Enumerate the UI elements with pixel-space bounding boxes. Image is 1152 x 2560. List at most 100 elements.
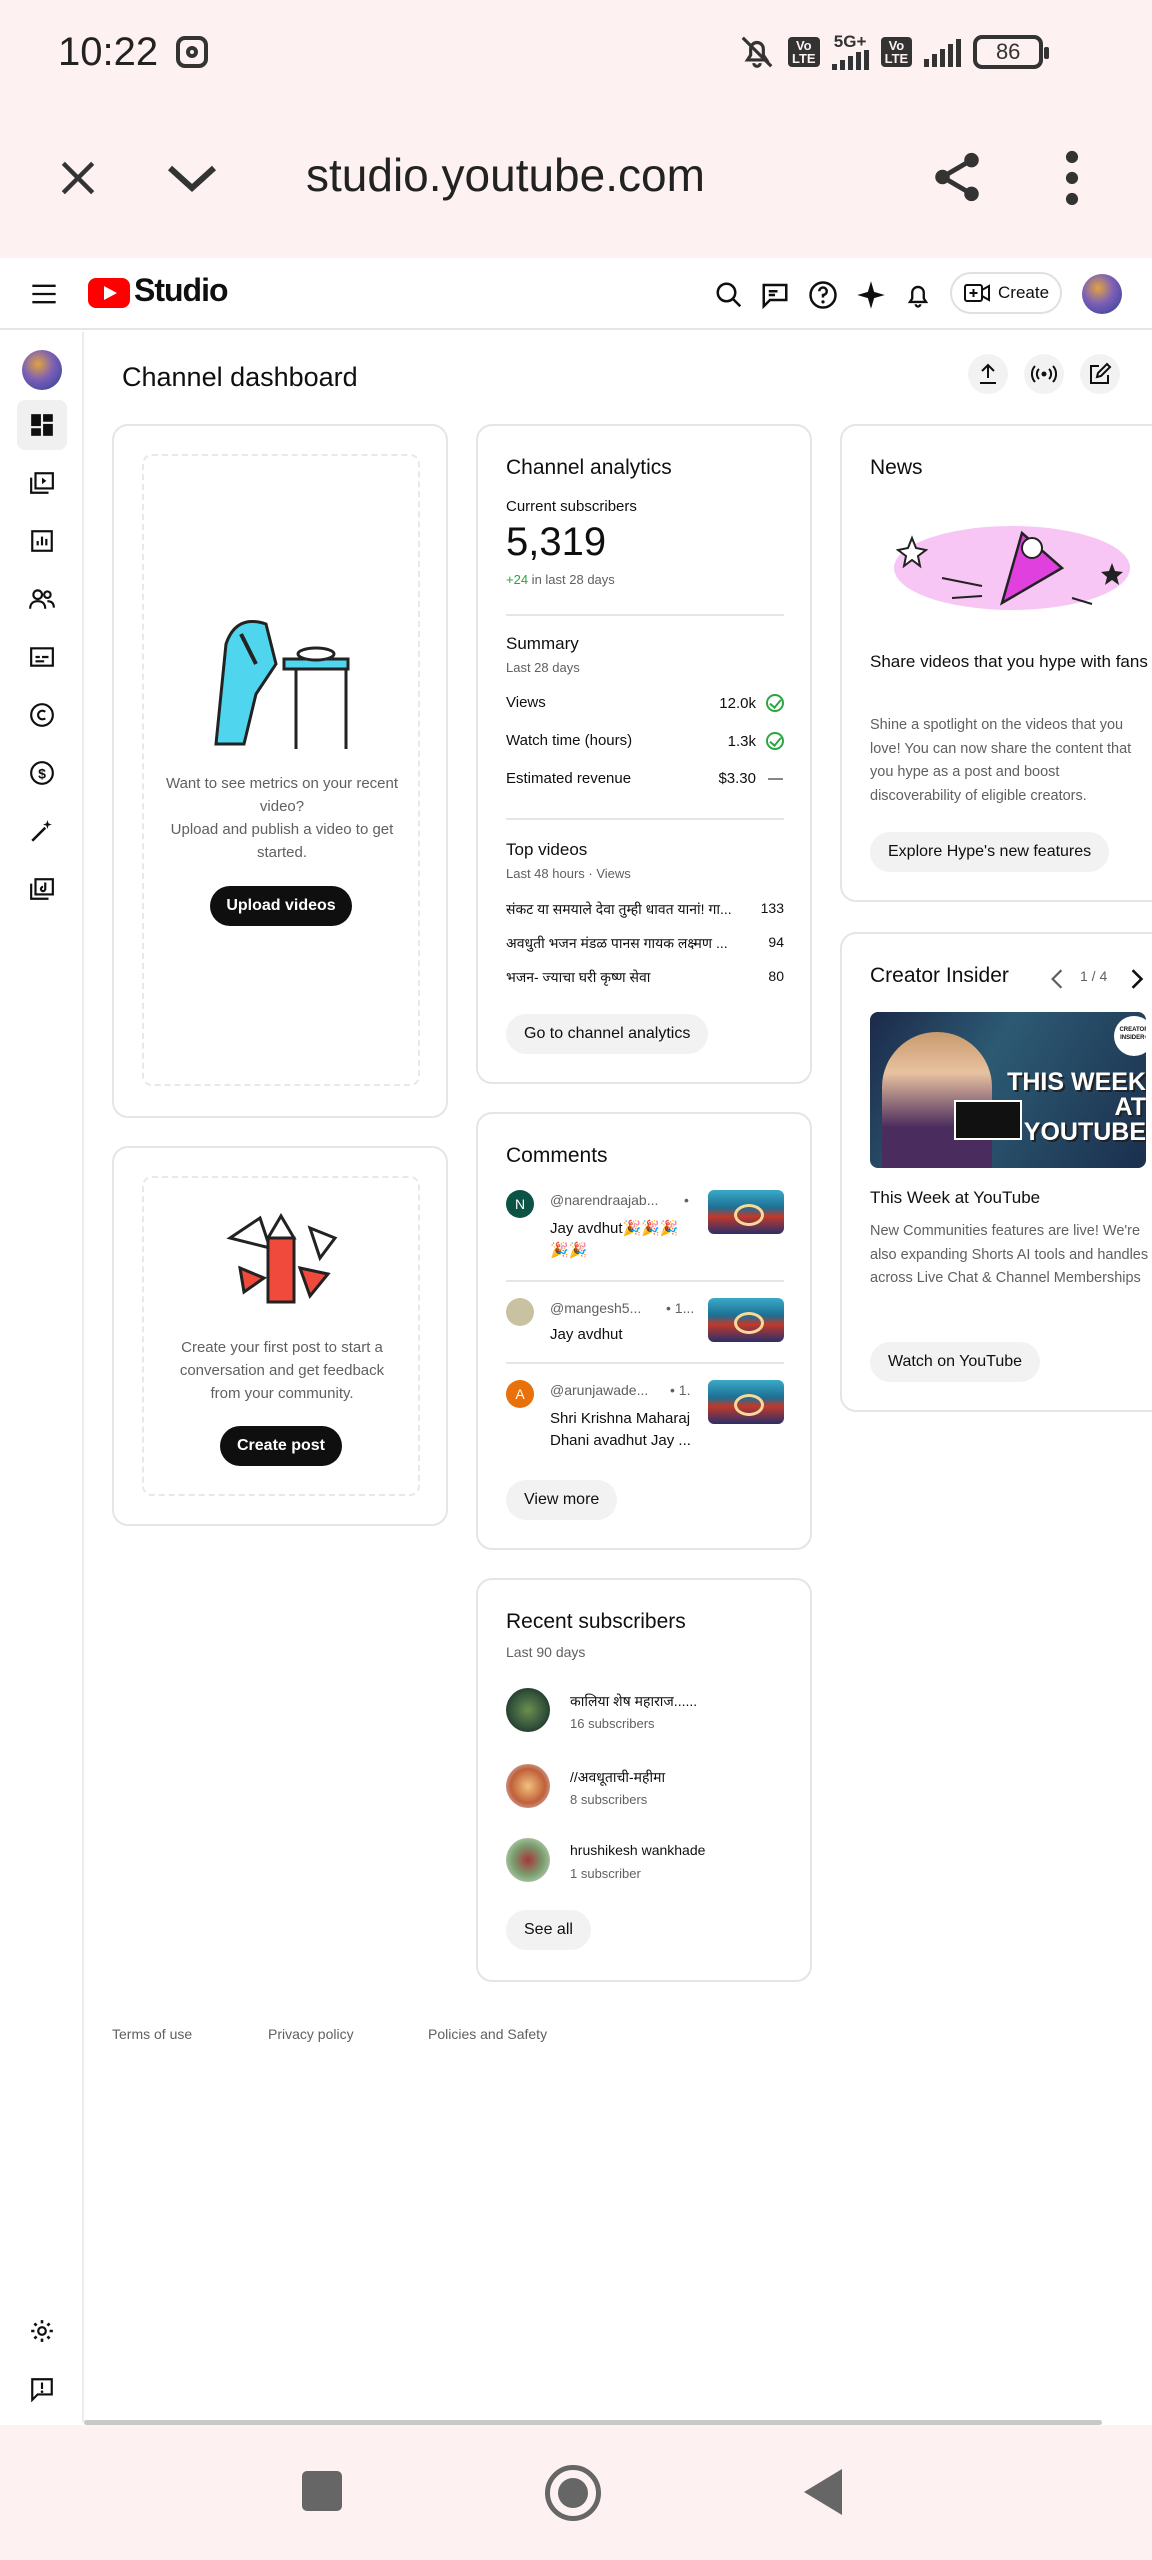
account-avatar[interactable] xyxy=(1082,274,1122,314)
recent-subscribers-title: Recent subscribers xyxy=(506,1610,686,1633)
see-all-subscribers-button[interactable]: See all xyxy=(506,1910,591,1950)
summary-row-watch-time: Watch time (hours) 1.3k xyxy=(506,732,784,750)
create-post-icon-button[interactable] xyxy=(1080,354,1120,394)
comment-meta: • 1. xyxy=(670,1382,691,1398)
subscriber-avatar[interactable] xyxy=(506,1688,550,1732)
comment-video-thumbnail[interactable] xyxy=(708,1190,784,1234)
footer-policies-link[interactable]: Policies and Safety xyxy=(428,2026,547,2042)
address-bar-url[interactable]: studio.youtube.com xyxy=(306,148,705,202)
subscriber-name[interactable]: hrushikesh wankhade xyxy=(570,1842,705,1858)
post-pencil-illustration-icon xyxy=(226,1213,338,1304)
upload-illustration-icon xyxy=(214,620,350,749)
revenue-label: Estimated revenue xyxy=(506,770,632,787)
search-icon[interactable] xyxy=(714,280,744,310)
footer-privacy-link[interactable]: Privacy policy xyxy=(268,2026,354,2042)
top-video-row[interactable]: संकट या समयाले देवा तुम्ही धावत यानां! ग… xyxy=(506,900,784,919)
subscriber-name[interactable]: कालिया शेष महाराज...... xyxy=(570,1692,697,1711)
comment-text-line2: 🎉🎉 xyxy=(550,1242,588,1259)
footer-terms-link[interactable]: Terms of use xyxy=(112,2026,192,2042)
creator-insider-title: Creator Insider xyxy=(870,964,1009,987)
subscriber-count-label: 16 subscribers xyxy=(570,1716,655,1731)
muted-bell-icon xyxy=(741,36,773,68)
more-vert-icon[interactable] xyxy=(1060,150,1084,206)
go-to-analytics-button[interactable]: Go to channel analytics xyxy=(506,1014,709,1054)
summary-title: Summary xyxy=(506,634,579,653)
comment-avatar[interactable] xyxy=(506,1298,534,1326)
top-video-views: 94 xyxy=(768,934,784,950)
view-more-comments-button[interactable]: View more xyxy=(506,1480,618,1520)
nav-subtitles[interactable] xyxy=(17,632,67,682)
subscriber-count-label: 8 subscribers xyxy=(570,1792,648,1807)
comment-text: Jay avdhut🎉🎉🎉 🎉🎉 xyxy=(550,1218,679,1262)
comment-meta: • xyxy=(684,1192,689,1208)
subscriber-change: +24 in last 28 days xyxy=(506,572,615,587)
nav-earn[interactable]: $ xyxy=(17,748,67,798)
summary-period: Last 28 days xyxy=(506,660,580,675)
studio-header: Studio Create xyxy=(0,258,1152,330)
network-type: 5G+ xyxy=(833,32,867,51)
check-circle-icon xyxy=(766,732,784,750)
upload-videos-card: Want to see metrics on your recent video… xyxy=(112,424,448,1118)
subscriber-avatar[interactable] xyxy=(506,1764,550,1808)
live-broadcast-icon xyxy=(1031,365,1057,383)
comment-author[interactable]: @mangesh5... xyxy=(550,1300,641,1316)
upload-videos-button[interactable]: Upload videos xyxy=(210,886,352,926)
nav-send-feedback[interactable] xyxy=(17,2364,67,2414)
subscriber-avatar[interactable] xyxy=(506,1838,550,1882)
top-video-row[interactable]: भजन- ज्याचा घरी कृष्ण सेवा 80 xyxy=(506,968,784,987)
signal-icon-2 xyxy=(924,37,962,67)
nav-analytics[interactable] xyxy=(17,516,67,566)
upload-button[interactable] xyxy=(968,354,1008,394)
nav-settings[interactable] xyxy=(17,2306,67,2356)
volte-badge: Vo LTE xyxy=(788,37,820,67)
upload-dropzone[interactable] xyxy=(142,454,420,1086)
nav-customization[interactable] xyxy=(17,806,67,856)
notifications-bell-icon[interactable] xyxy=(904,280,932,310)
comment-text-line2: Dhani avadhut Jay ... xyxy=(550,1432,691,1449)
channel-avatar[interactable] xyxy=(22,350,62,390)
nav-audio-library[interactable] xyxy=(17,864,67,914)
comment-video-thumbnail[interactable] xyxy=(708,1380,784,1424)
nav-dashboard[interactable] xyxy=(17,400,67,450)
share-icon[interactable] xyxy=(928,148,986,206)
top-video-views: 133 xyxy=(760,900,784,916)
comment-text: Jay avdhut xyxy=(550,1326,623,1343)
go-live-button[interactable] xyxy=(1024,354,1064,394)
comment-video-thumbnail[interactable] xyxy=(708,1298,784,1342)
watch-on-youtube-button[interactable]: Watch on YouTube xyxy=(870,1342,1041,1382)
subscriber-name[interactable]: //अवधूताची-महीमा xyxy=(570,1768,665,1787)
create-button-label: Create xyxy=(998,283,1050,302)
nav-community[interactable] xyxy=(17,574,67,624)
nav-copyright[interactable] xyxy=(17,690,67,740)
creator-insider-card: Creator Insider 1 / 4 CREATOR INSIDER+ T… xyxy=(840,932,1152,1412)
home-circle-icon[interactable] xyxy=(545,2465,601,2521)
help-icon[interactable] xyxy=(808,280,838,310)
recents-square-icon[interactable] xyxy=(302,2471,342,2511)
comment-avatar[interactable]: A xyxy=(506,1380,534,1408)
create-post-button[interactable]: Create post xyxy=(220,1426,342,1466)
summary-row-revenue: Estimated revenue $3.30 — xyxy=(506,770,784,787)
studio-logo-text[interactable]: Studio xyxy=(134,272,229,309)
channel-analytics-card: Channel analytics Current subscribers 5,… xyxy=(476,424,812,1084)
explore-hype-button[interactable]: Explore Hype's new features xyxy=(870,832,1110,872)
analytics-icon xyxy=(31,530,53,552)
nav-content[interactable] xyxy=(17,458,67,508)
news-headline: Share videos that you hype with fans xyxy=(870,652,1148,671)
create-button[interactable]: Create xyxy=(950,272,1062,314)
comment-meta: • 1... xyxy=(666,1300,695,1316)
chevron-right-icon[interactable] xyxy=(1128,968,1146,990)
top-video-row[interactable]: अवधुती भजन मंडळ पानस गायक लक्ष्मण ... 94 xyxy=(506,934,784,953)
sparkle-icon[interactable] xyxy=(856,280,886,310)
creator-insider-thumbnail[interactable]: CREATOR INSIDER+ THIS WEEK AT YOUTUBE xyxy=(870,1012,1146,1168)
back-triangle-icon[interactable] xyxy=(802,2467,846,2517)
feedback-icon[interactable] xyxy=(760,280,790,310)
close-icon[interactable] xyxy=(56,156,100,200)
comment-author[interactable]: @narendraajab... xyxy=(550,1192,658,1208)
comment-author[interactable]: @arunjawade... xyxy=(550,1382,648,1398)
upload-prompt-text: Want to see metrics on your recent video… xyxy=(160,772,404,864)
chevron-left-icon[interactable] xyxy=(1048,968,1066,990)
hamburger-menu-icon[interactable] xyxy=(30,282,58,306)
youtube-logo-icon[interactable] xyxy=(88,278,130,308)
chevron-down-icon[interactable] xyxy=(164,160,220,196)
comment-avatar[interactable]: N xyxy=(506,1190,534,1218)
